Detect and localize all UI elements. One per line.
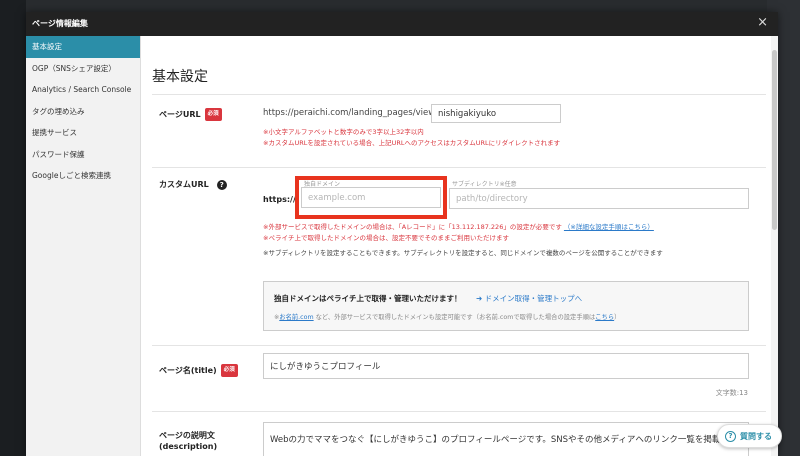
ask-question-button[interactable]: ? 質問する [717, 424, 782, 448]
page-title: 基本設定 [152, 69, 208, 85]
highlight-box [295, 176, 447, 219]
page-name-label: ページ名(title) 必須 [159, 364, 238, 377]
settings-nav: 基本設定 OGP（SNSシェア設定） Analytics / Search Co… [26, 36, 141, 456]
page-url-prefix: https://peraichi.com/landing_pages/view/ [263, 108, 439, 118]
a-record-note: ※外部サービスで取得したドメインの場合は、「Aレコード」に「13.112.187… [263, 222, 654, 233]
question-icon: ? [725, 430, 736, 442]
nav-item-password[interactable]: パスワード保護 [26, 144, 140, 166]
nav-item-google-jobs[interactable]: Googleしごと検索連携 [26, 165, 140, 187]
required-badge: 必須 [204, 108, 222, 121]
custom-url-prefix: https:// [263, 195, 296, 204]
char-count: 文字数:13 [715, 389, 748, 397]
peraichi-domain-note: ※ペライチ上で取得したドメインの場合は、設定不要でそのままご利用いただけます [263, 234, 509, 242]
subdirectory-input[interactable]: path/to/directory [449, 188, 749, 209]
onamae-guide-link[interactable]: こちら [595, 314, 614, 321]
nav-item-analytics[interactable]: Analytics / Search Console [26, 79, 140, 101]
divider [152, 345, 766, 346]
nav-item-basic[interactable]: 基本設定 [26, 36, 140, 58]
page-name-label-text: ページ名(title) [159, 366, 217, 375]
description-textarea[interactable]: Webの力でママをつなぐ【にしがきゆうこ】のプロフィールページです。SNSやその… [263, 422, 749, 456]
custom-url-label-text: カスタムURL [159, 180, 209, 189]
domain-info-title: 独自ドメインはペライチ上で取得・管理いただけます！ [274, 294, 462, 303]
divider [152, 94, 766, 95]
description-label: ページの説明文 (description) [159, 430, 217, 452]
nav-item-partner-services[interactable]: 提携サービス [26, 122, 140, 144]
nav-item-ogp[interactable]: OGP（SNSシェア設定） [26, 58, 140, 80]
subdirectory-label: サブディレクトリ※任意 [452, 181, 517, 188]
page-name-input[interactable]: にしがきゆうこプロフィール [263, 353, 749, 379]
settings-content: 基本設定 ページURL 必須 https://peraichi.com/landi… [141, 36, 771, 456]
modal-title: ページ情報編集 [32, 19, 88, 28]
required-badge: 必須 [220, 364, 238, 377]
page-url-label-text: ページURL [159, 110, 201, 119]
domain-info-box: 独自ドメインはペライチ上で取得・管理いただけます！ ➜ ドメイン取得・管理トップ… [263, 281, 749, 331]
content-scrollbar[interactable] [771, 36, 778, 456]
divider [152, 167, 766, 168]
ask-question-label: 質問する [740, 431, 772, 441]
description-label-line1: ページの説明文 [159, 431, 215, 440]
page-url-input[interactable]: nishigakiyuko [431, 104, 561, 123]
info-note-text: など、外部サービスで取得したドメインも設定可能です（お名前.comで取得した場合… [313, 314, 596, 321]
custom-url-label: カスタムURL? [159, 179, 227, 190]
a-record-note-text: ※外部サービスで取得したドメインの場合は、「Aレコード」に「13.112.187… [263, 223, 562, 231]
page-url-note-2: ※カスタムURLを設定されている場合、上記URLへのアクセスはカスタムURLにリ… [263, 139, 561, 147]
page-url-label: ページURL 必須 [159, 108, 222, 121]
modal-header: ページ情報編集 × [26, 12, 778, 36]
setup-guide-link[interactable]: （※詳細な設定手順はこちら） [564, 223, 654, 231]
description-label-line2: (description) [159, 442, 218, 451]
onamae-link[interactable]: お名前.com [279, 314, 313, 321]
subdirectory-note: ※サブディレクトリを設定することもできます。サブディレクトリを設定すると、同じド… [263, 249, 663, 257]
nav-item-tag-embed[interactable]: タグの埋め込み [26, 101, 140, 123]
scroll-thumb[interactable] [772, 50, 777, 230]
domain-management-link[interactable]: ➜ ドメイン取得・管理トップへ [476, 293, 582, 304]
domain-info-note: ※お名前.com など、外部サービスで取得したドメインも設定可能です（お名前.c… [274, 312, 620, 321]
info-note-end: ） [614, 314, 621, 321]
page-url-note-1: ※小文字アルファベットと数字のみで3字以上32字以内 [263, 128, 424, 136]
help-icon[interactable]: ? [216, 179, 227, 190]
page-settings-modal: ページ情報編集 × 基本設定 OGP（SNSシェア設定） Analytics /… [26, 12, 778, 456]
close-icon[interactable]: × [757, 15, 768, 30]
divider [152, 411, 766, 412]
